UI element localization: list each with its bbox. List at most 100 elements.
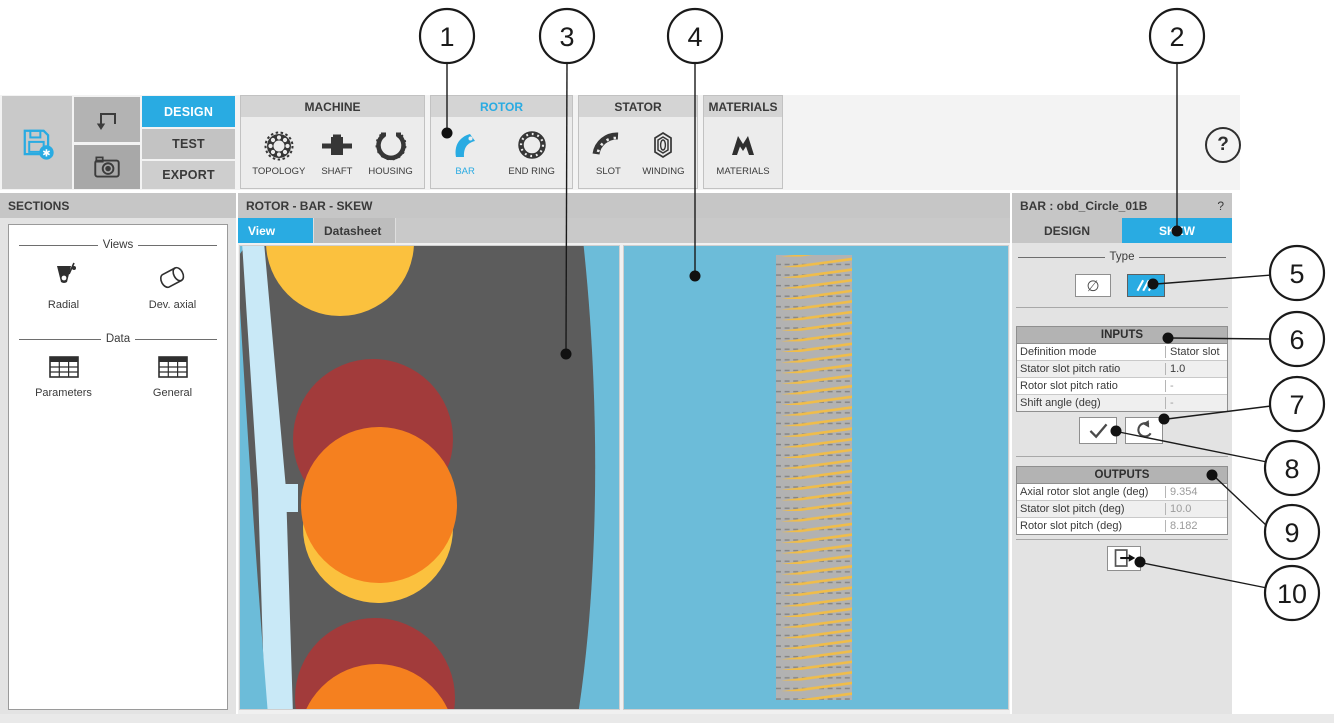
radial-view-graphic <box>240 246 619 709</box>
callout-9: 9 <box>1265 505 1319 559</box>
tab-design[interactable]: DESIGN <box>142 96 235 127</box>
group-stator-title: STATOR <box>579 96 697 117</box>
input-value[interactable]: - <box>1165 397 1227 409</box>
bar-panel-title: BAR : obd_Circle_01B <box>1020 199 1147 213</box>
main-view-header: ROTOR - BAR - SKEW <box>238 193 1010 218</box>
radial-view-panel[interactable] <box>239 245 620 710</box>
callout-7: 7 <box>1270 377 1324 431</box>
type-group-legend: Type <box>1018 251 1226 263</box>
apply-button[interactable] <box>1079 417 1117 444</box>
output-label: Axial rotor slot angle (deg) <box>1017 486 1165 498</box>
radial-label: Radial <box>48 299 79 311</box>
skew-lines-icon <box>1128 274 1164 297</box>
input-label: Definition mode <box>1017 346 1165 358</box>
table-row: Shift angle (deg) - <box>1017 395 1227 411</box>
sidebar-item-dev-axial[interactable]: Dev. axial <box>118 257 227 311</box>
housing-button[interactable]: HOUSING <box>368 129 412 177</box>
end-ring-label: END RING <box>508 166 554 177</box>
bar-label: BAR <box>455 166 475 177</box>
app-window: ✱ DESIGN TEST EXPORT MACHINE <box>0 0 1334 723</box>
restore-icon <box>1126 417 1162 444</box>
slot-label: SLOT <box>596 166 621 177</box>
save-button[interactable]: ✱ <box>2 96 72 189</box>
status-strip <box>0 714 1334 723</box>
input-label: Shift angle (deg) <box>1017 397 1165 409</box>
dev-axial-view-icon <box>153 257 193 297</box>
sections-title: SECTIONS <box>8 199 69 213</box>
table-row: Rotor slot pitch ratio - <box>1017 378 1227 395</box>
bar-panel-tab-bar: DESIGN SKEW <box>1012 218 1232 243</box>
group-rotor-title: ROTOR <box>431 96 572 117</box>
main-view-title: ROTOR - BAR - SKEW <box>246 199 372 213</box>
callout-5: 5 <box>1270 246 1324 300</box>
svg-text:2: 2 <box>1169 22 1184 52</box>
group-machine: MACHINE TOPOLOGY <box>240 95 425 189</box>
skew-view-panel[interactable] <box>623 245 1009 710</box>
shaft-icon <box>320 129 354 163</box>
camera-icon <box>91 151 123 183</box>
tab-export[interactable]: EXPORT <box>142 161 235 189</box>
output-value: 8.182 <box>1165 520 1227 532</box>
input-value[interactable]: 1.0 <box>1165 363 1227 375</box>
input-label: Stator slot pitch ratio <box>1017 363 1165 375</box>
outputs-table: OUTPUTS Axial rotor slot angle (deg) 9.3… <box>1016 466 1228 535</box>
undo-button[interactable] <box>74 97 140 142</box>
sidebar-item-parameters[interactable]: Parameters <box>9 351 118 399</box>
radial-view-icon <box>44 257 84 297</box>
tab-view[interactable]: View <box>238 218 314 243</box>
group-materials-title: MATERIALS <box>704 96 782 117</box>
outputs-title: OUTPUTS <box>1017 467 1227 484</box>
tab-bar-skew[interactable]: SKEW <box>1122 218 1232 243</box>
shaft-label: SHAFT <box>321 166 352 177</box>
group-rotor: ROTOR BAR END RING <box>430 95 573 189</box>
winding-label: WINDING <box>642 166 684 177</box>
restore-button[interactable] <box>1125 417 1163 444</box>
views-group-legend: Views <box>19 239 217 251</box>
general-label: General <box>153 387 192 399</box>
output-label: Rotor slot pitch (deg) <box>1017 520 1165 532</box>
no-skew-icon: ∅ <box>1086 277 1099 295</box>
svg-text:6: 6 <box>1289 325 1304 355</box>
inputs-title: INPUTS <box>1017 327 1227 344</box>
input-value[interactable]: Stator slot <box>1165 346 1227 358</box>
materials-icon <box>726 129 760 163</box>
sidebar-item-radial[interactable]: Radial <box>9 257 118 311</box>
materials-button[interactable]: MATERIALS <box>716 129 769 177</box>
housing-label: HOUSING <box>368 166 412 177</box>
sidebar-item-general[interactable]: General <box>118 351 227 399</box>
skew-settings-panel: Type ∅ INPUTS Definition mode Stator slo… <box>1012 243 1232 714</box>
screenshot-button[interactable] <box>74 145 140 189</box>
topology-button[interactable]: TOPOLOGY <box>252 129 305 177</box>
undo-arrow-icon <box>92 105 122 135</box>
tab-bar-design[interactable]: DESIGN <box>1012 218 1122 243</box>
tab-datasheet[interactable]: Datasheet <box>314 218 396 243</box>
slot-button[interactable]: SLOT <box>591 129 625 177</box>
bar-panel-header: BAR : obd_Circle_01B ? <box>1012 193 1232 218</box>
top-toolbar: ✱ DESIGN TEST EXPORT MACHINE <box>0 95 1240 190</box>
topology-label: TOPOLOGY <box>252 166 305 177</box>
sections-panel: Views Radial <box>8 224 228 710</box>
winding-button[interactable]: WINDING <box>642 129 684 177</box>
table-row: Stator slot pitch (deg) 10.0 <box>1017 501 1227 518</box>
bar-icon <box>448 129 482 163</box>
bar-button[interactable]: BAR <box>448 129 482 177</box>
svg-text:5: 5 <box>1289 259 1304 289</box>
group-materials: MATERIALS MATERIALS <box>703 95 783 189</box>
materials-label: MATERIALS <box>716 166 769 177</box>
winding-icon <box>646 129 680 163</box>
export-results-button[interactable] <box>1107 546 1141 571</box>
panel-help-icon[interactable]: ? <box>1217 199 1224 213</box>
input-value[interactable]: - <box>1165 380 1227 392</box>
callout-3: 3 <box>540 9 594 63</box>
svg-text:7: 7 <box>1289 390 1304 420</box>
skew-type-none-button[interactable]: ∅ <box>1075 274 1111 297</box>
help-button[interactable]: ? <box>1205 127 1241 163</box>
end-ring-button[interactable]: END RING <box>508 129 554 177</box>
skew-type-skewed-button[interactable] <box>1127 274 1165 297</box>
tab-test[interactable]: TEST <box>142 129 235 159</box>
skew-view-graphic <box>624 246 1008 709</box>
shaft-button[interactable]: SHAFT <box>320 129 354 177</box>
callout-2: 2 <box>1150 9 1204 63</box>
parameters-label: Parameters <box>35 387 92 399</box>
export-icon <box>1108 546 1140 571</box>
